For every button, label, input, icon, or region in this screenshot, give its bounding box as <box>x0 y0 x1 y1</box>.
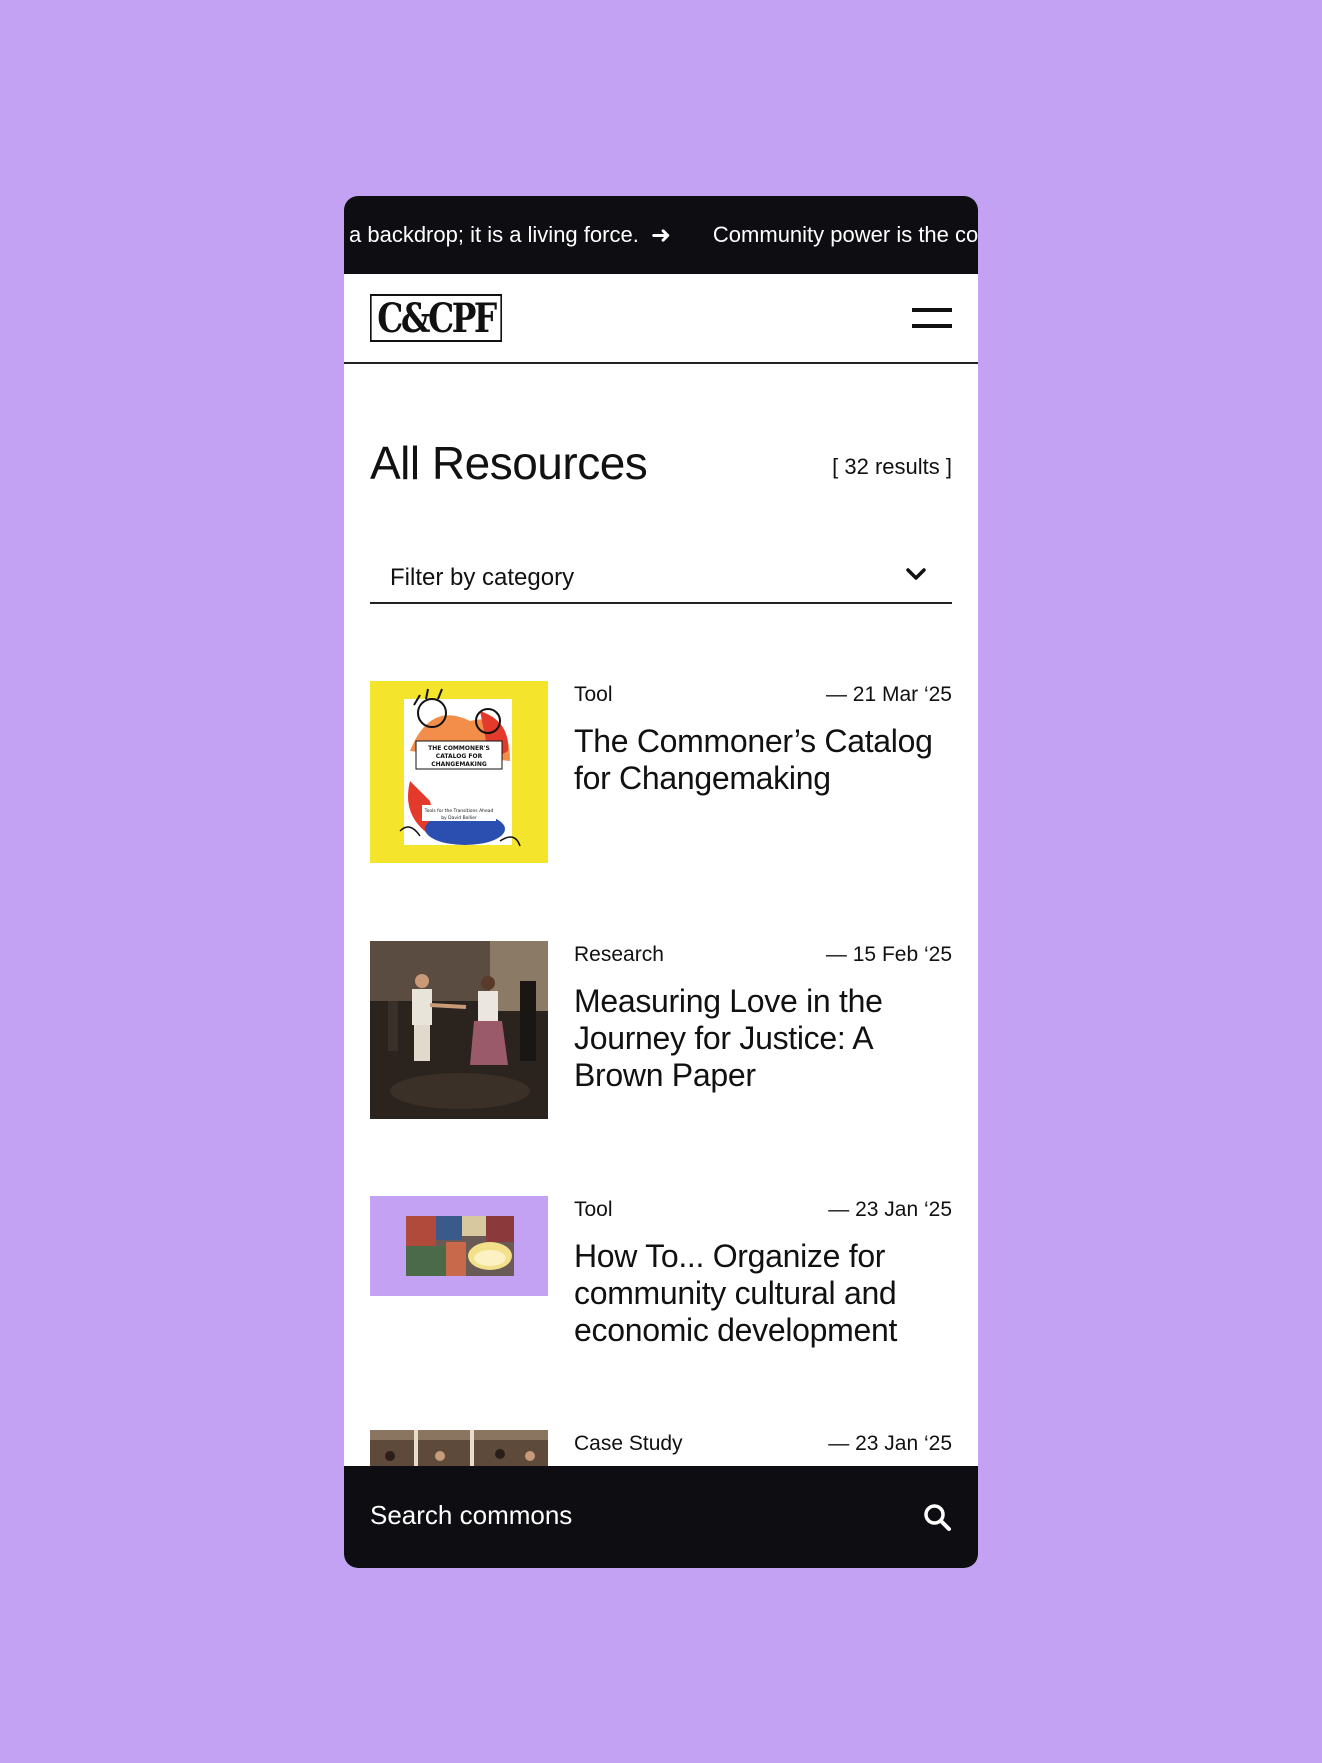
ticker-item: Community power is the cor <box>712 222 978 247</box>
search-bar <box>344 1466 978 1568</box>
svg-text:by David Bollier: by David Bollier <box>441 815 477 821</box>
resource-title[interactable]: How To... Organize for community cultura… <box>574 1238 952 1349</box>
dancers-photo <box>370 941 548 1119</box>
resource-item[interactable]: Tool — 23 Jan ‘25 How To... Organize for… <box>370 1196 952 1356</box>
resource-meta: Tool — 21 Mar ‘25 <box>574 681 952 709</box>
resource-meta: Research — 15 Feb ‘25 <box>574 941 952 969</box>
resource-thumbnail: THE COMMONER'S CATALOG FOR CHANGEMAKING … <box>370 681 548 863</box>
hamburger-menu-icon[interactable] <box>912 308 952 330</box>
search-input[interactable] <box>370 1500 850 1531</box>
menu-line <box>912 324 952 328</box>
svg-text:CATALOG FOR: CATALOG FOR <box>436 753 483 760</box>
chevron-down-icon <box>906 568 926 580</box>
resource-date: — 15 Feb ‘25 <box>825 943 952 966</box>
results-count: [ 32 results ] <box>832 454 952 479</box>
resource-category: Case Study <box>574 1432 683 1455</box>
resource-title[interactable]: The Commoner’s Catalog for Changemaking <box>574 723 952 797</box>
resource-meta: Case Study — 23 Jan ‘25 <box>574 1430 952 1458</box>
arrow-right-icon[interactable]: ➜ <box>651 221 671 250</box>
resource-category: Tool <box>574 683 613 706</box>
announcement-ticker: a backdrop; it is a living force. ➜ Comm… <box>344 196 978 274</box>
collage-image <box>406 1216 514 1276</box>
resource-category: Research <box>574 943 664 966</box>
site-logo[interactable]: C&CPF <box>370 294 503 342</box>
svg-text:Tools for the Transitions Ahea: Tools for the Transitions Ahead <box>424 808 494 814</box>
resource-date: — 23 Jan ‘25 <box>828 1432 952 1455</box>
search-icon[interactable] <box>922 1502 952 1532</box>
resource-category: Tool <box>574 1198 613 1221</box>
resource-meta: Tool — 23 Jan ‘25 <box>574 1196 952 1224</box>
svg-text:CHANGEMAKING: CHANGEMAKING <box>431 761 487 768</box>
resource-item[interactable]: THE COMMONER'S CATALOG FOR CHANGEMAKING … <box>370 681 952 866</box>
resource-thumbnail <box>370 1430 548 1466</box>
mobile-frame: a backdrop; it is a living force. ➜ Comm… <box>344 196 978 1568</box>
resource-item[interactable]: Case Study — 23 Jan ‘25 <box>370 1430 952 1466</box>
resource-item[interactable]: Research — 15 Feb ‘25 Measuring Love in … <box>370 941 952 1121</box>
resource-thumbnail <box>370 1196 548 1296</box>
ticker-track: a backdrop; it is a living force. ➜ Comm… <box>349 196 978 274</box>
filter-label: Filter by category <box>390 564 575 591</box>
site-header: C&CPF <box>344 274 978 364</box>
svg-text:THE COMMONER'S: THE COMMONER'S <box>428 745 490 752</box>
menu-line <box>912 308 952 312</box>
category-filter-select[interactable]: Filter by category <box>370 546 952 604</box>
page-title: All Resources <box>370 437 648 489</box>
meeting-photo <box>370 1430 548 1466</box>
ticker-item: a backdrop; it is a living force. <box>349 222 639 247</box>
catalog-cover-image: THE COMMONER'S CATALOG FOR CHANGEMAKING … <box>399 688 521 847</box>
resource-title[interactable]: Measuring Love in the Journey for Justic… <box>574 983 952 1094</box>
resource-thumbnail <box>370 941 548 1119</box>
resource-date: — 21 Mar ‘25 <box>825 683 952 706</box>
resource-date: — 23 Jan ‘25 <box>828 1198 952 1221</box>
